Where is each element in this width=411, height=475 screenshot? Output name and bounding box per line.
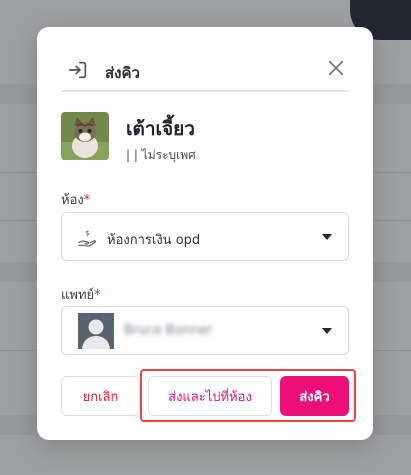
chevron-down-icon [322,328,332,334]
room-select[interactable]: $ ห้องการเงิน opd [61,212,349,261]
svg-text:$: $ [85,228,90,237]
room-field-label: ห้อง* [61,193,91,208]
send-and-go-to-room-button[interactable]: ส่งและไปที่ห้อง [148,376,272,416]
modal-header: ส่งคิว [61,47,349,92]
patient-gender: | | ไม่ระบุเพศ [126,148,196,162]
doctor-field-label: แพทย์* [61,288,101,303]
send-queue-modal: ส่งคิว เต้าเจี้ยว | | ไม่ระบุเพศ ห้อง* $… [37,27,373,440]
doctor-avatar [78,313,114,349]
money-hand-icon: $ [78,228,96,247]
required-mark: * [83,193,91,208]
room-selected-value: ห้องการเงิน opd [107,233,201,248]
required-mark: * [94,288,101,303]
close-icon[interactable] [325,57,347,79]
doctor-select[interactable]: Bruce Bonner [61,306,349,355]
send-queue-button[interactable]: ส่งคิว [280,376,349,416]
patient-photo [61,112,109,160]
doctor-selected-value: Bruce Bonner [124,323,213,338]
patient-name: เต้าเจี้ยว [126,118,195,140]
cancel-button[interactable]: ยกเลิก [61,376,140,416]
chevron-down-icon [322,234,332,240]
login-icon [68,61,87,79]
modal-title: ส่งคิว [105,64,140,82]
